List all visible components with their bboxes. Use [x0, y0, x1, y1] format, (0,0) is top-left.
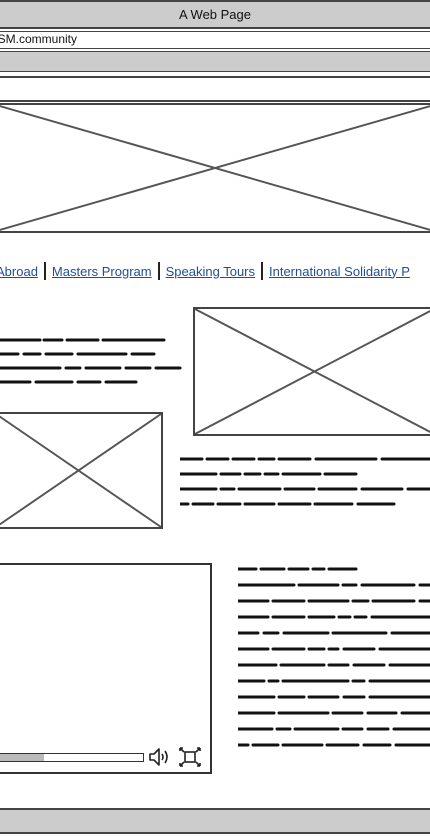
- nav-link-speaking-tours[interactable]: Speaking Tours: [160, 264, 261, 279]
- video-progress-fill: [0, 754, 44, 761]
- address-bar[interactable]: USM.community: [0, 31, 430, 49]
- text-block-placeholder: [238, 565, 430, 761]
- text-block-placeholder: [0, 334, 186, 396]
- nav-link-masters-program[interactable]: Masters Program: [46, 264, 158, 279]
- page-footer: [0, 808, 430, 834]
- image-placeholder: [0, 412, 163, 529]
- video-progress-bar[interactable]: [0, 753, 144, 762]
- video-player[interactable]: [0, 563, 212, 774]
- nav-bar: Abroad Masters Program Speaking Tours In…: [0, 260, 430, 282]
- address-bar-url: USM.community: [0, 32, 78, 46]
- window-title-bar: A Web Page: [0, 0, 430, 29]
- fullscreen-icon[interactable]: [178, 746, 202, 768]
- page-header-placeholder: [0, 76, 430, 102]
- text-block-placeholder: [180, 454, 430, 516]
- speaker-icon[interactable]: [148, 746, 172, 768]
- hero-image-placeholder: [0, 103, 430, 233]
- image-placeholder: [193, 307, 430, 436]
- nav-link-international-solidarity[interactable]: International Solidarity P: [263, 264, 416, 279]
- browser-toolbar: [0, 51, 430, 72]
- window-title: A Web Page: [178, 7, 252, 22]
- nav-link-abroad[interactable]: Abroad: [0, 264, 44, 279]
